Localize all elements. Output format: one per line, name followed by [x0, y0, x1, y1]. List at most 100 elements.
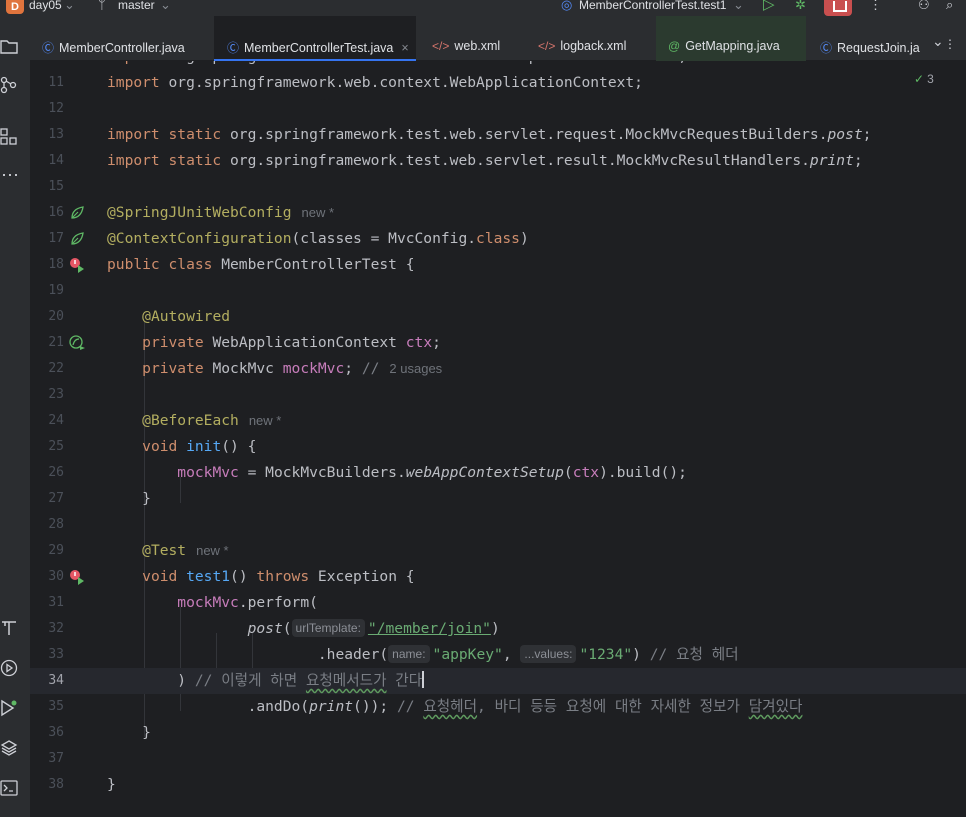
layers-icon[interactable] — [0, 739, 18, 757]
debug-icon[interactable]: ✲ — [795, 0, 806, 13]
line-number[interactable]: 14 — [30, 148, 64, 174]
code-token: throws — [256, 568, 310, 585]
tab-web-xml[interactable]: </> web.xml — [416, 16, 522, 61]
code-editor[interactable]: ✓3 10import org.springframework.test.web… — [30, 61, 966, 817]
line-number[interactable]: 20 — [30, 304, 64, 330]
code-line[interactable]: 28 — [30, 512, 966, 538]
code-line[interactable]: 12 — [30, 96, 966, 122]
more-icon[interactable]: ⋮ — [869, 0, 882, 13]
code-line[interactable]: 19 — [30, 278, 966, 304]
line-number[interactable]: 27 — [30, 486, 64, 512]
line-number[interactable]: 38 — [30, 772, 64, 798]
code-line[interactable]: 31 mockMvc.perform( — [30, 590, 966, 616]
run-config-name[interactable]: MemberControllerTest.test1 — [579, 0, 726, 12]
line-number[interactable]: 31 — [30, 590, 64, 616]
spring-config-icon[interactable] — [69, 231, 85, 247]
code-line[interactable]: 33 .header(name: "appKey", ...values: "123… — [30, 642, 966, 668]
line-number[interactable]: 12 — [30, 96, 64, 122]
code-line[interactable]: 35 .andDo(print()); // 요청헤더, 바디 등등 요청에 대… — [30, 694, 966, 720]
commit-icon[interactable] — [0, 76, 18, 94]
line-number[interactable]: 28 — [30, 512, 64, 538]
run-test-icon[interactable] — [69, 569, 85, 585]
code-line[interactable]: 16 @SpringJUnitWebConfig new * — [30, 200, 966, 226]
more-icon[interactable]: ⋮ — [944, 37, 956, 51]
tab-membercontroller[interactable]: Ⓒ MemberController.java — [30, 16, 214, 61]
stop-button[interactable] — [824, 0, 852, 16]
line-number[interactable]: 35 — [30, 694, 64, 720]
code-line[interactable]: 34 ) // 이렇게 하면 요청메서드가 간다 — [30, 668, 966, 694]
run-test-icon[interactable] — [69, 257, 85, 273]
code-line[interactable]: 26 mockMvc = MockMvcBuilders.webAppConte… — [30, 460, 966, 486]
line-number[interactable]: 21 — [30, 330, 64, 356]
project-badge[interactable]: D — [6, 0, 24, 14]
code-line[interactable]: 23 — [30, 382, 966, 408]
code-line[interactable]: 37 — [30, 746, 966, 772]
code-line[interactable]: 29 @Test new * — [30, 538, 966, 564]
line-number[interactable]: 33 — [30, 642, 64, 668]
git-branch-icon[interactable]: ᛘ — [98, 0, 106, 13]
code-line[interactable]: 38} — [30, 772, 966, 798]
add-user-icon[interactable]: ⚇ — [918, 0, 930, 13]
tab-requestjoin[interactable]: Ⓒ RequestJoin.ja — [806, 16, 922, 61]
code-line[interactable]: 22 private MockMvc mockMvc; // 2 usages — [30, 356, 966, 382]
branch-name[interactable]: master — [118, 0, 155, 12]
line-number[interactable]: 24 — [30, 408, 64, 434]
code-token: ; — [853, 152, 863, 169]
more-tools-icon[interactable]: ⋯ — [0, 166, 30, 184]
project-icon[interactable] — [0, 38, 18, 54]
line-number[interactable]: 16 — [30, 200, 64, 226]
line-number[interactable]: 11 — [30, 70, 64, 96]
project-name[interactable]: day05 — [29, 0, 62, 12]
line-number[interactable]: 10 — [30, 61, 64, 70]
code-line[interactable]: 21 private WebApplicationContext ctx; — [30, 330, 966, 356]
line-number[interactable]: 19 — [30, 278, 64, 304]
search-icon[interactable]: ⌕ — [946, 0, 953, 13]
code-line[interactable]: 30 void test1() throws Exception { — [30, 564, 966, 590]
line-number[interactable]: 34 — [30, 668, 64, 694]
build-icon[interactable] — [0, 619, 18, 637]
code-line[interactable]: 25 void init() { — [30, 434, 966, 460]
spring-config-icon[interactable] — [69, 205, 85, 221]
line-number[interactable]: 18 — [30, 252, 64, 278]
code-line[interactable]: 14 import static org.springframework.test… — [30, 148, 966, 174]
terminal-icon[interactable] — [0, 779, 18, 797]
line-number[interactable]: 36 — [30, 720, 64, 746]
title-bar: D day05 ⌄ ᛘ master ⌄ ◎ MemberControllerT… — [0, 0, 966, 16]
chevron-down-icon[interactable]: ⌄ — [932, 33, 944, 50]
line-number[interactable]: 26 — [30, 460, 64, 486]
tab-membercontrollertest[interactable]: Ⓒ MemberControllerTest.java × — [214, 16, 416, 61]
structure-icon[interactable] — [0, 128, 18, 146]
bean-injection-icon[interactable] — [69, 335, 85, 351]
line-number[interactable]: 32 — [30, 616, 64, 642]
code-line[interactable]: 18 public class MemberControllerTest { — [30, 252, 966, 278]
chevron-down-icon[interactable]: ⌄ — [160, 0, 171, 13]
code-line[interactable]: 10 import org.springframework.test.web.se… — [30, 61, 966, 70]
tab-getmapping[interactable]: @ GetMapping.java — [656, 16, 806, 61]
code-line[interactable]: 20 @Autowired — [30, 304, 966, 330]
line-number[interactable]: 17 — [30, 226, 64, 252]
code-line[interactable]: 32 post(urlTemplate: "/member/join") — [30, 616, 966, 642]
line-number[interactable]: 22 — [30, 356, 64, 382]
line-number[interactable]: 37 — [30, 746, 64, 772]
chevron-down-icon[interactable]: ⌄ — [64, 0, 75, 13]
code-line[interactable]: 36 } — [30, 720, 966, 746]
code-line[interactable]: 17 @ContextConfiguration(classes = MvcCon… — [30, 226, 966, 252]
line-number[interactable]: 23 — [30, 382, 64, 408]
chevron-down-icon[interactable]: ⌄ — [733, 0, 744, 13]
line-number[interactable]: 15 — [30, 174, 64, 200]
code-line[interactable]: 13 import static org.springframework.test… — [30, 122, 966, 148]
line-number[interactable]: 29 — [30, 538, 64, 564]
close-icon[interactable]: × — [401, 41, 408, 55]
line-number[interactable]: 25 — [30, 434, 64, 460]
services-icon[interactable] — [0, 699, 20, 717]
code-line[interactable]: 15 — [30, 174, 966, 200]
run-icon[interactable]: ▷ — [763, 0, 775, 13]
code-line[interactable]: 11 import org.springframework.web.context… — [30, 70, 966, 96]
line-number[interactable]: 30 — [30, 564, 64, 590]
tab-logback-xml[interactable]: </> logback.xml — [522, 16, 656, 61]
run-tool-icon[interactable] — [0, 659, 18, 677]
code-line[interactable]: 24 @BeforeEach new * — [30, 408, 966, 434]
code-line[interactable]: 27 } — [30, 486, 966, 512]
line-number[interactable]: 13 — [30, 122, 64, 148]
